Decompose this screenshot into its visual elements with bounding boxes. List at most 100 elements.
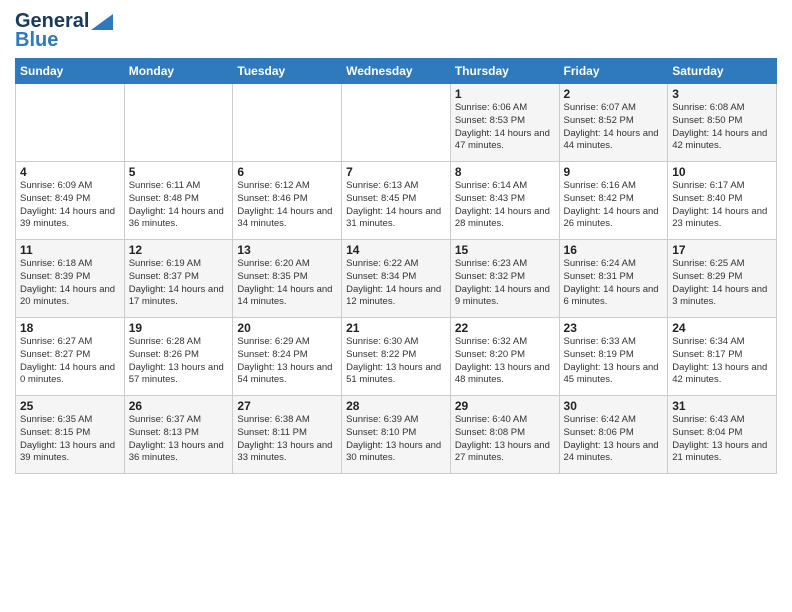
day-number: 23 (564, 321, 664, 335)
day-cell: 4Sunrise: 6:09 AM Sunset: 8:49 PM Daylig… (16, 162, 125, 240)
logo: General Blue (15, 10, 113, 52)
day-detail: Sunrise: 6:19 AM Sunset: 8:37 PM Dayligh… (129, 258, 229, 309)
day-detail: Sunrise: 6:16 AM Sunset: 8:42 PM Dayligh… (564, 180, 664, 231)
day-detail: Sunrise: 6:09 AM Sunset: 8:49 PM Dayligh… (20, 180, 120, 231)
day-detail: Sunrise: 6:25 AM Sunset: 8:29 PM Dayligh… (672, 258, 772, 309)
day-cell (233, 84, 342, 162)
day-detail: Sunrise: 6:30 AM Sunset: 8:22 PM Dayligh… (346, 336, 446, 387)
day-detail: Sunrise: 6:43 AM Sunset: 8:04 PM Dayligh… (672, 414, 772, 465)
day-cell: 6Sunrise: 6:12 AM Sunset: 8:46 PM Daylig… (233, 162, 342, 240)
day-cell: 9Sunrise: 6:16 AM Sunset: 8:42 PM Daylig… (559, 162, 668, 240)
day-cell: 16Sunrise: 6:24 AM Sunset: 8:31 PM Dayli… (559, 240, 668, 318)
header-wednesday: Wednesday (342, 59, 451, 84)
day-cell: 5Sunrise: 6:11 AM Sunset: 8:48 PM Daylig… (124, 162, 233, 240)
day-cell: 14Sunrise: 6:22 AM Sunset: 8:34 PM Dayli… (342, 240, 451, 318)
day-cell: 25Sunrise: 6:35 AM Sunset: 8:15 PM Dayli… (16, 396, 125, 474)
day-number: 4 (20, 165, 120, 179)
header-tuesday: Tuesday (233, 59, 342, 84)
header-saturday: Saturday (668, 59, 777, 84)
day-detail: Sunrise: 6:12 AM Sunset: 8:46 PM Dayligh… (237, 180, 337, 231)
day-cell: 29Sunrise: 6:40 AM Sunset: 8:08 PM Dayli… (450, 396, 559, 474)
day-cell: 12Sunrise: 6:19 AM Sunset: 8:37 PM Dayli… (124, 240, 233, 318)
day-number: 21 (346, 321, 446, 335)
day-number: 30 (564, 399, 664, 413)
day-number: 29 (455, 399, 555, 413)
day-cell: 8Sunrise: 6:14 AM Sunset: 8:43 PM Daylig… (450, 162, 559, 240)
week-row-4: 18Sunrise: 6:27 AM Sunset: 8:27 PM Dayli… (16, 318, 777, 396)
day-number: 15 (455, 243, 555, 257)
day-detail: Sunrise: 6:29 AM Sunset: 8:24 PM Dayligh… (237, 336, 337, 387)
day-cell: 26Sunrise: 6:37 AM Sunset: 8:13 PM Dayli… (124, 396, 233, 474)
day-detail: Sunrise: 6:08 AM Sunset: 8:50 PM Dayligh… (672, 102, 772, 153)
day-number: 24 (672, 321, 772, 335)
day-cell: 24Sunrise: 6:34 AM Sunset: 8:17 PM Dayli… (668, 318, 777, 396)
day-cell: 19Sunrise: 6:28 AM Sunset: 8:26 PM Dayli… (124, 318, 233, 396)
header-friday: Friday (559, 59, 668, 84)
week-row-2: 4Sunrise: 6:09 AM Sunset: 8:49 PM Daylig… (16, 162, 777, 240)
day-cell (16, 84, 125, 162)
day-cell: 13Sunrise: 6:20 AM Sunset: 8:35 PM Dayli… (233, 240, 342, 318)
day-detail: Sunrise: 6:37 AM Sunset: 8:13 PM Dayligh… (129, 414, 229, 465)
day-number: 1 (455, 87, 555, 101)
day-number: 19 (129, 321, 229, 335)
day-detail: Sunrise: 6:38 AM Sunset: 8:11 PM Dayligh… (237, 414, 337, 465)
day-detail: Sunrise: 6:33 AM Sunset: 8:19 PM Dayligh… (564, 336, 664, 387)
day-number: 31 (672, 399, 772, 413)
day-detail: Sunrise: 6:27 AM Sunset: 8:27 PM Dayligh… (20, 336, 120, 387)
day-number: 9 (564, 165, 664, 179)
day-cell: 18Sunrise: 6:27 AM Sunset: 8:27 PM Dayli… (16, 318, 125, 396)
day-detail: Sunrise: 6:18 AM Sunset: 8:39 PM Dayligh… (20, 258, 120, 309)
logo-icon (91, 14, 113, 30)
day-number: 7 (346, 165, 446, 179)
week-row-5: 25Sunrise: 6:35 AM Sunset: 8:15 PM Dayli… (16, 396, 777, 474)
day-number: 26 (129, 399, 229, 413)
day-cell (342, 84, 451, 162)
calendar-header-row: SundayMondayTuesdayWednesdayThursdayFrid… (16, 59, 777, 84)
day-number: 11 (20, 243, 120, 257)
day-detail: Sunrise: 6:34 AM Sunset: 8:17 PM Dayligh… (672, 336, 772, 387)
day-detail: Sunrise: 6:20 AM Sunset: 8:35 PM Dayligh… (237, 258, 337, 309)
day-cell: 2Sunrise: 6:07 AM Sunset: 8:52 PM Daylig… (559, 84, 668, 162)
day-number: 22 (455, 321, 555, 335)
day-detail: Sunrise: 6:23 AM Sunset: 8:32 PM Dayligh… (455, 258, 555, 309)
header-sunday: Sunday (16, 59, 125, 84)
day-number: 2 (564, 87, 664, 101)
day-number: 12 (129, 243, 229, 257)
day-detail: Sunrise: 6:42 AM Sunset: 8:06 PM Dayligh… (564, 414, 664, 465)
day-number: 3 (672, 87, 772, 101)
day-number: 16 (564, 243, 664, 257)
day-detail: Sunrise: 6:24 AM Sunset: 8:31 PM Dayligh… (564, 258, 664, 309)
day-detail: Sunrise: 6:07 AM Sunset: 8:52 PM Dayligh… (564, 102, 664, 153)
day-cell: 31Sunrise: 6:43 AM Sunset: 8:04 PM Dayli… (668, 396, 777, 474)
day-detail: Sunrise: 6:35 AM Sunset: 8:15 PM Dayligh… (20, 414, 120, 465)
day-detail: Sunrise: 6:06 AM Sunset: 8:53 PM Dayligh… (455, 102, 555, 153)
day-number: 17 (672, 243, 772, 257)
day-number: 6 (237, 165, 337, 179)
day-detail: Sunrise: 6:14 AM Sunset: 8:43 PM Dayligh… (455, 180, 555, 231)
day-number: 28 (346, 399, 446, 413)
day-cell: 17Sunrise: 6:25 AM Sunset: 8:29 PM Dayli… (668, 240, 777, 318)
week-row-3: 11Sunrise: 6:18 AM Sunset: 8:39 PM Dayli… (16, 240, 777, 318)
day-number: 5 (129, 165, 229, 179)
day-number: 27 (237, 399, 337, 413)
day-cell: 3Sunrise: 6:08 AM Sunset: 8:50 PM Daylig… (668, 84, 777, 162)
week-row-1: 1Sunrise: 6:06 AM Sunset: 8:53 PM Daylig… (16, 84, 777, 162)
header-thursday: Thursday (450, 59, 559, 84)
day-number: 18 (20, 321, 120, 335)
day-detail: Sunrise: 6:40 AM Sunset: 8:08 PM Dayligh… (455, 414, 555, 465)
header-monday: Monday (124, 59, 233, 84)
day-number: 25 (20, 399, 120, 413)
day-cell: 1Sunrise: 6:06 AM Sunset: 8:53 PM Daylig… (450, 84, 559, 162)
day-detail: Sunrise: 6:17 AM Sunset: 8:40 PM Dayligh… (672, 180, 772, 231)
day-number: 20 (237, 321, 337, 335)
day-number: 14 (346, 243, 446, 257)
day-cell: 23Sunrise: 6:33 AM Sunset: 8:19 PM Dayli… (559, 318, 668, 396)
day-detail: Sunrise: 6:32 AM Sunset: 8:20 PM Dayligh… (455, 336, 555, 387)
page-header: General Blue (15, 10, 777, 52)
day-cell: 20Sunrise: 6:29 AM Sunset: 8:24 PM Dayli… (233, 318, 342, 396)
day-detail: Sunrise: 6:22 AM Sunset: 8:34 PM Dayligh… (346, 258, 446, 309)
day-number: 13 (237, 243, 337, 257)
day-cell (124, 84, 233, 162)
day-detail: Sunrise: 6:28 AM Sunset: 8:26 PM Dayligh… (129, 336, 229, 387)
day-cell: 15Sunrise: 6:23 AM Sunset: 8:32 PM Dayli… (450, 240, 559, 318)
